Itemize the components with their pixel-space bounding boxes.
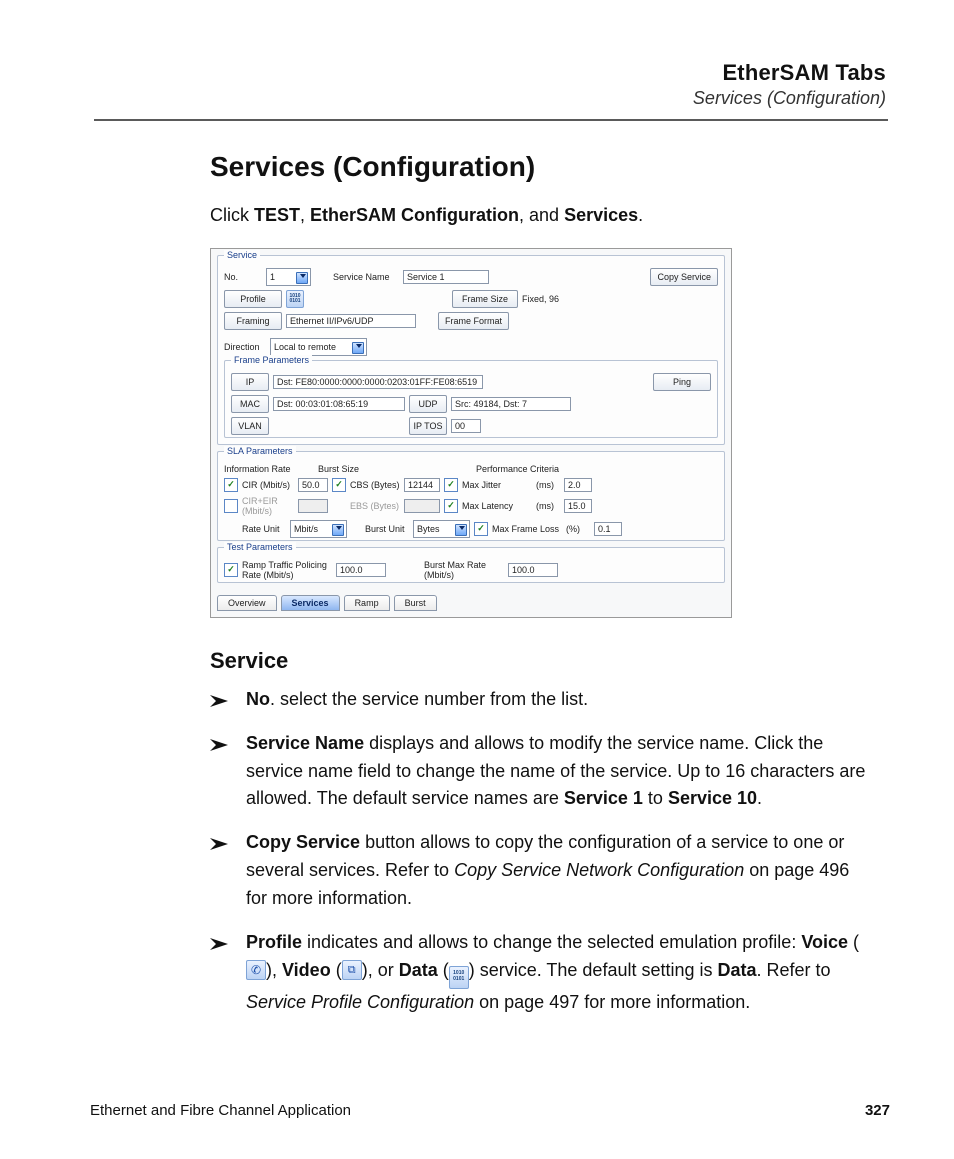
burstmax-input[interactable]: 100.0 [508, 563, 558, 577]
cir-input[interactable]: 50.0 [298, 478, 328, 492]
cireir-checkbox[interactable] [224, 499, 238, 513]
tab-burst[interactable]: Burst [394, 595, 437, 611]
header-rule [94, 119, 888, 121]
service-name-label: Service Name [333, 272, 399, 282]
cireir-input [298, 499, 328, 513]
frame-size-value: Fixed, 96 [522, 294, 582, 304]
udp-button[interactable]: UDP [409, 395, 447, 413]
max-frameloss-input[interactable]: 0.1 [594, 522, 622, 536]
tab-ramp[interactable]: Ramp [344, 595, 390, 611]
framing-button[interactable]: Framing [224, 312, 282, 330]
max-frameloss-label: Max Frame Loss [492, 524, 562, 534]
udp-value: Src: 49184, Dst: 7 [451, 397, 571, 411]
iptos-value: 00 [451, 419, 481, 433]
sla-legend: SLA Parameters [224, 446, 296, 456]
direction-select[interactable]: Local to remote [270, 338, 367, 356]
perf-criteria-header: Performance Criteria [476, 464, 559, 474]
page-title: Services (Configuration) [210, 151, 872, 183]
mac-button[interactable]: MAC [231, 395, 269, 413]
section-heading-service: Service [210, 648, 872, 674]
frame-params-legend: Frame Parameters [231, 355, 312, 365]
ping-button[interactable]: Ping [653, 373, 711, 391]
rate-unit-label: Rate Unit [242, 524, 286, 534]
max-jitter-label: Max Jitter [462, 480, 532, 490]
bullet-arrow-icon [210, 734, 234, 750]
ramp-label: Ramp Traffic Policing Rate (Mbit/s) [242, 560, 332, 580]
vlan-button[interactable]: VLAN [231, 417, 269, 435]
voice-icon [246, 960, 266, 980]
tab-services[interactable]: Services [281, 595, 340, 611]
ramp-input[interactable]: 100.0 [336, 563, 386, 577]
mac-value: Dst: 00:03:01:08:65:19 [273, 397, 405, 411]
bullet-arrow-icon [210, 833, 234, 849]
ip-value: Dst: FE80:0000:0000:0000:0203:01FF:FE08:… [273, 375, 483, 389]
bullet-service-name: Service Name displays and allows to modi… [210, 730, 872, 814]
service-name-input[interactable]: Service 1 [403, 270, 489, 284]
test-params-legend: Test Parameters [224, 542, 296, 552]
cir-label: CIR (Mbit/s) [242, 480, 294, 490]
cir-checkbox[interactable]: ✓ [224, 478, 238, 492]
data-profile-icon: 10100101 [286, 290, 304, 308]
ebs-label: EBS (Bytes) [350, 501, 400, 511]
no-select[interactable]: 1 [266, 268, 311, 286]
bullet-no: No. select the service number from the l… [210, 686, 872, 714]
frame-size-button[interactable]: Frame Size [452, 290, 518, 308]
ramp-checkbox[interactable]: ✓ [224, 563, 238, 577]
cbs-input[interactable]: 12144 [404, 478, 440, 492]
iptos-button[interactable]: IP TOS [409, 417, 447, 435]
direction-label: Direction [224, 342, 266, 352]
max-frameloss-checkbox[interactable]: ✓ [474, 522, 488, 536]
burst-unit-select[interactable]: Bytes [413, 520, 470, 538]
page-header-subtitle: Services (Configuration) [90, 88, 886, 109]
cbs-label: CBS (Bytes) [350, 480, 400, 490]
burstmax-label: Burst Max Rate (Mbit/s) [424, 560, 504, 580]
rate-unit-select[interactable]: Mbit/s [290, 520, 347, 538]
footer-page-number: 327 [865, 1102, 890, 1119]
bullet-profile: Profile indicates and allows to change t… [210, 929, 872, 1017]
max-latency-checkbox[interactable]: ✓ [444, 499, 458, 513]
max-jitter-input[interactable]: 2.0 [564, 478, 592, 492]
intro-paragraph: Click TEST, EtherSAM Configuration, and … [210, 201, 872, 230]
tab-overview[interactable]: Overview [217, 595, 277, 611]
footer-book-title: Ethernet and Fibre Channel Application [90, 1102, 351, 1119]
copy-service-button[interactable]: Copy Service [650, 268, 718, 286]
page-header-title: EtherSAM Tabs [90, 60, 886, 86]
framing-value: Ethernet II/IPv6/UDP [286, 314, 416, 328]
no-label: No. [224, 272, 262, 282]
info-rate-header: Information Rate [224, 464, 314, 474]
data-icon: 10100101 [449, 966, 469, 989]
profile-button[interactable]: Profile [224, 290, 282, 308]
burst-unit-label: Burst Unit [365, 524, 409, 534]
frame-format-button[interactable]: Frame Format [438, 312, 509, 330]
max-latency-label: Max Latency [462, 501, 532, 511]
burst-size-header: Burst Size [318, 464, 418, 474]
max-jitter-checkbox[interactable]: ✓ [444, 478, 458, 492]
ip-button[interactable]: IP [231, 373, 269, 391]
cbs-checkbox[interactable]: ✓ [332, 478, 346, 492]
services-config-screenshot: Service No. 1 Service Name Service 1 Cop… [210, 248, 732, 618]
video-icon [342, 960, 362, 980]
service-legend: Service [224, 250, 260, 260]
bullet-arrow-icon [210, 690, 234, 706]
max-latency-input[interactable]: 15.0 [564, 499, 592, 513]
cireir-label: CIR+EIR (Mbit/s) [242, 496, 294, 516]
ebs-input [404, 499, 440, 513]
bullet-arrow-icon [210, 933, 234, 949]
bullet-copy-service: Copy Service button allows to copy the c… [210, 829, 872, 913]
